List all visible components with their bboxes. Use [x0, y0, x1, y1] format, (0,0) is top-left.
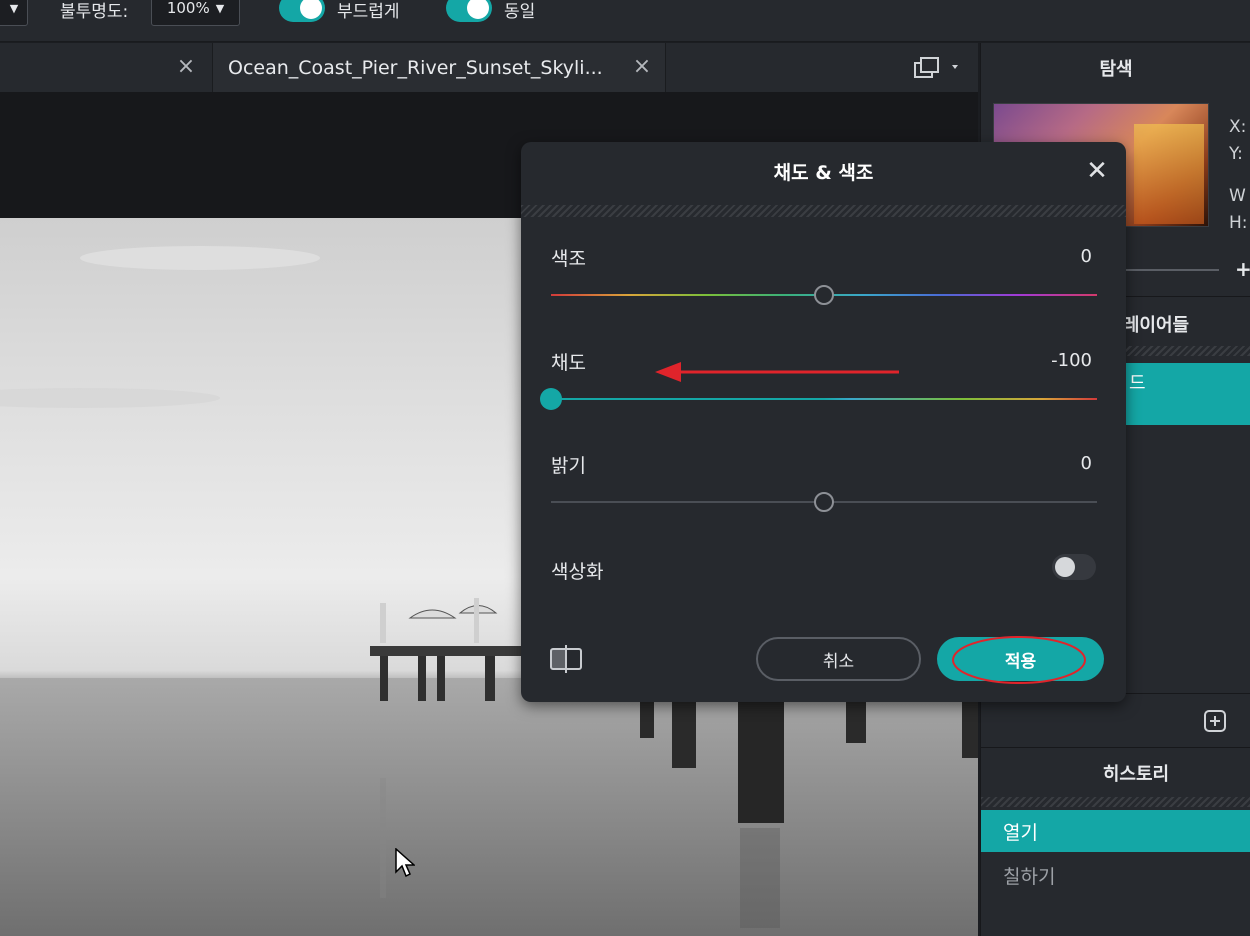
coord-x: X:	[1229, 117, 1247, 137]
brightness-slider-thumb[interactable]	[814, 492, 834, 512]
hue-slider-thumb[interactable]	[814, 285, 834, 305]
opacity-value: 100%	[166, 0, 210, 17]
close-icon[interactable]: ×	[175, 56, 197, 78]
navigator-title: 탐색	[1099, 59, 1133, 80]
history-item[interactable]: 열기	[981, 810, 1250, 852]
window-stack-icon	[914, 57, 958, 78]
dialog-title: 채도 & 색조	[773, 162, 874, 184]
tab-divider	[665, 43, 666, 92]
smooth-label: 부드럽게	[337, 1, 400, 22]
history-item[interactable]: 칠하기	[981, 854, 1250, 896]
close-icon[interactable]: ×	[631, 56, 653, 78]
saturation-label: 채도	[551, 352, 586, 374]
tab-active[interactable]: Ocean_Coast_Pier_River_Sunset_Skyli...	[213, 43, 665, 92]
mouse-pointer-icon	[395, 848, 415, 878]
brightness-value: 0	[1080, 453, 1092, 474]
brightness-label: 밝기	[551, 455, 586, 477]
window-arrange-button[interactable]	[912, 55, 966, 81]
hue-value: 0	[1080, 246, 1092, 267]
panel-divider	[981, 747, 1250, 748]
add-layer-icon[interactable]	[1203, 709, 1227, 733]
compare-icon[interactable]	[549, 644, 583, 674]
coord-h: H:	[1229, 213, 1248, 233]
smooth-toggle[interactable]	[279, 0, 325, 22]
zoom-in-button[interactable]: +	[1235, 257, 1250, 281]
saturation-slider-track[interactable]	[551, 398, 1097, 400]
history-item-label: 열기	[1003, 821, 1038, 844]
chevron-down-icon: ▼	[9, 1, 19, 15]
chevron-down-icon: ▼	[215, 1, 225, 15]
saturation-slider-thumb[interactable]	[540, 388, 562, 410]
mode-select[interactable]: ▼	[0, 0, 28, 26]
document-tabs: × Ocean_Coast_Pier_River_Sunset_Skyli...…	[0, 43, 978, 92]
colorize-toggle[interactable]	[1052, 554, 1096, 580]
arrow-left-icon	[655, 362, 899, 382]
zoom-slider[interactable]	[1121, 269, 1219, 271]
history-title: 히스토리	[1102, 764, 1170, 785]
saturation-value: -100	[1051, 350, 1092, 371]
dialog-hatch	[521, 205, 1126, 217]
layer-label: 드	[1129, 373, 1146, 394]
cancel-label: 취소	[822, 651, 855, 672]
coord-w: W	[1229, 186, 1246, 206]
hue-label: 색조	[551, 248, 586, 270]
apply-button[interactable]: 적용	[937, 637, 1104, 681]
apply-label: 적용	[1004, 651, 1037, 672]
hue-saturation-dialog: 채도 & 색조 ✕ 색조 0 채도 -100 밝기 0 색상화 취소 적용	[521, 142, 1126, 702]
opacity-select[interactable]: 100% ▼	[151, 0, 240, 26]
coord-y: Y:	[1229, 144, 1243, 164]
same-toggle[interactable]	[446, 0, 492, 22]
history-hatch	[981, 797, 1250, 807]
opacity-label: 불투명도:	[60, 1, 129, 22]
top-toolbar: ▼ 불투명도: 100% ▼ 부드럽게 동일	[0, 0, 1250, 42]
history-item-label: 칠하기	[1003, 865, 1056, 888]
close-icon[interactable]: ✕	[1084, 158, 1110, 184]
colorize-label: 색상화	[551, 561, 604, 583]
cancel-button[interactable]: 취소	[756, 637, 921, 681]
tab-label: Ocean_Coast_Pier_River_Sunset_Skyli...	[228, 56, 603, 79]
same-label: 동일	[504, 1, 536, 22]
